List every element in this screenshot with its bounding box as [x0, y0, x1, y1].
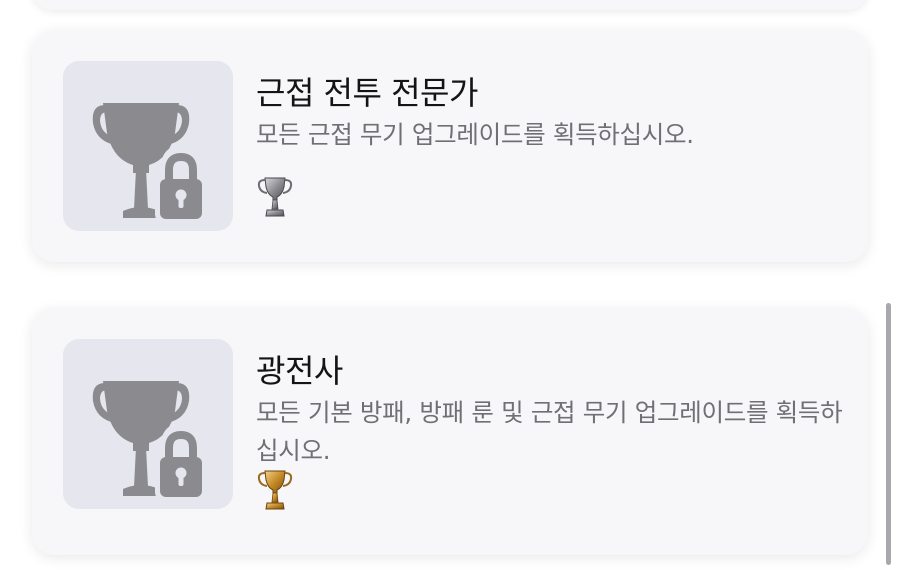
locked-trophy-icon [92, 381, 207, 501]
achievement-card-partial[interactable] [32, 0, 868, 10]
achievement-title: 근접 전투 전문가 [256, 74, 478, 112]
achievement-title: 광전사 [256, 352, 343, 390]
achievement-thumbnail [63, 339, 233, 509]
achievement-list: 근접 전투 전문가 모든 근접 무기 업그레이드를 획득하십시오. 광전사 모든… [0, 0, 900, 570]
silver-trophy-icon [255, 173, 295, 223]
scrollbar-thumb[interactable] [886, 303, 891, 565]
achievement-description: 모든 근접 무기 업그레이드를 획득하십시오. [256, 120, 694, 149]
achievement-thumbnail [63, 61, 233, 231]
achievement-card[interactable]: 근접 전투 전문가 모든 근접 무기 업그레이드를 획득하십시오. [32, 30, 868, 262]
achievement-description: 모든 기본 방패, 방패 룬 및 근접 무기 업그레이드를 획득하십시오. [256, 398, 843, 465]
achievement-card[interactable]: 광전사 모든 기본 방패, 방패 룬 및 근접 무기 업그레이드를 획득하십시오… [32, 308, 868, 555]
locked-trophy-icon [92, 103, 207, 223]
gold-trophy-icon [255, 466, 295, 516]
